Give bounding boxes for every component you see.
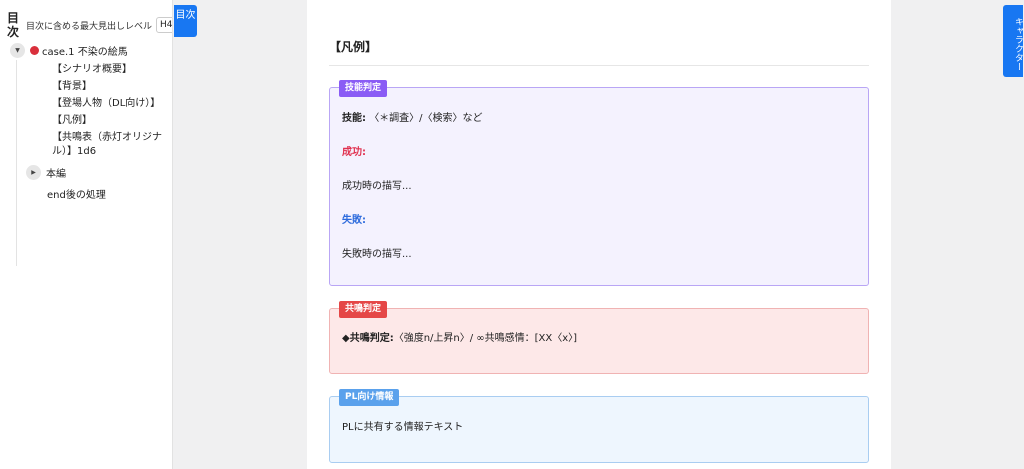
toc-item-kyomei-table[interactable]: 【共鳴表（赤灯オリジナル）】1d6 bbox=[10, 131, 168, 159]
success-label: 成功: bbox=[342, 147, 366, 158]
section-title: 【凡例】 bbox=[329, 38, 869, 66]
toc-toggle-tab[interactable]: 目次 bbox=[174, 5, 197, 37]
pl-info-badge: PL向け情報 bbox=[339, 389, 400, 406]
main-content: 【凡例】 技能判定 技能: 〈＊調査〉/〈検索〉など 成功: 成功時の描写...… bbox=[307, 0, 891, 469]
toc-title: 目次 bbox=[7, 11, 20, 39]
toc-root-label: case.1 不染の絵馬 bbox=[42, 46, 128, 58]
toc-tree: ▼ case.1 不染の絵馬 【シナリオ概要】 【背景】 【登場人物（DL向け）… bbox=[0, 40, 172, 266]
kyomei-label: ◆共鳴判定: bbox=[342, 333, 394, 344]
toc-item-end[interactable]: end後の処理 bbox=[10, 186, 172, 201]
chevron-down-icon[interactable]: ▼ bbox=[10, 42, 25, 58]
toc-item-characters[interactable]: 【登場人物（DL向け）】 bbox=[10, 97, 172, 111]
kyomei-line: ◆共鳴判定:〈強度n/上昇n〉/ ∞共鳴感情：[XX〈x〉] bbox=[342, 332, 856, 346]
toc-honpen-label: 本編 bbox=[46, 168, 66, 180]
toc-item-honpen[interactable]: ▶ 本編 bbox=[10, 162, 172, 182]
chevron-right-icon[interactable]: ▶ bbox=[26, 164, 41, 180]
skill-check-badge: 技能判定 bbox=[339, 80, 388, 97]
toc-level-select[interactable]: H4ま bbox=[156, 17, 172, 33]
toc-sidebar: 目次 目次に含める最大見出しレベル H4ま ▼ case.1 不染の絵馬 【シナ… bbox=[0, 0, 173, 469]
toc-item-legend[interactable]: 【凡例】 bbox=[10, 114, 172, 128]
fail-text: 失敗時の描写... bbox=[342, 249, 412, 260]
toc-item-scenario-overview[interactable]: 【シナリオ概要】 bbox=[10, 63, 172, 77]
toc-level-label: 目次に含める最大見出しレベル bbox=[26, 21, 153, 32]
success-text: 成功時の描写... bbox=[342, 181, 412, 192]
skill-line: 技能: 〈＊調査〉/〈検索〉など bbox=[342, 112, 856, 126]
skill-text: 〈＊調査〉/〈検索〉など bbox=[369, 113, 483, 124]
kyomei-check-box: 共鳴判定 ◆共鳴判定:〈強度n/上昇n〉/ ∞共鳴感情：[XX〈x〉] bbox=[329, 301, 869, 374]
toc-item-background[interactable]: 【背景】 bbox=[10, 80, 172, 94]
kyomei-text: 〈強度n/上昇n〉/ ∞共鳴感情：[XX〈x〉] bbox=[393, 333, 578, 344]
skill-label: 技能: bbox=[342, 113, 366, 124]
skill-check-box: 技能判定 技能: 〈＊調査〉/〈検索〉など 成功: 成功時の描写... 失敗: … bbox=[329, 80, 869, 286]
character-tab[interactable]: キャラクター bbox=[1003, 5, 1023, 77]
tree-guide-line bbox=[16, 60, 17, 266]
kyomei-check-badge: 共鳴判定 bbox=[339, 301, 388, 318]
fail-label: 失敗: bbox=[342, 215, 366, 226]
pl-info-text: PLに共有する情報テキスト bbox=[342, 422, 464, 433]
toc-root-item[interactable]: ▼ case.1 不染の絵馬 bbox=[10, 40, 172, 60]
pl-info-box: PL向け情報 PLに共有する情報テキスト bbox=[329, 389, 869, 463]
toc-header: 目次 目次に含める最大見出しレベル H4ま bbox=[0, 0, 172, 40]
red-circle-icon bbox=[30, 45, 39, 55]
